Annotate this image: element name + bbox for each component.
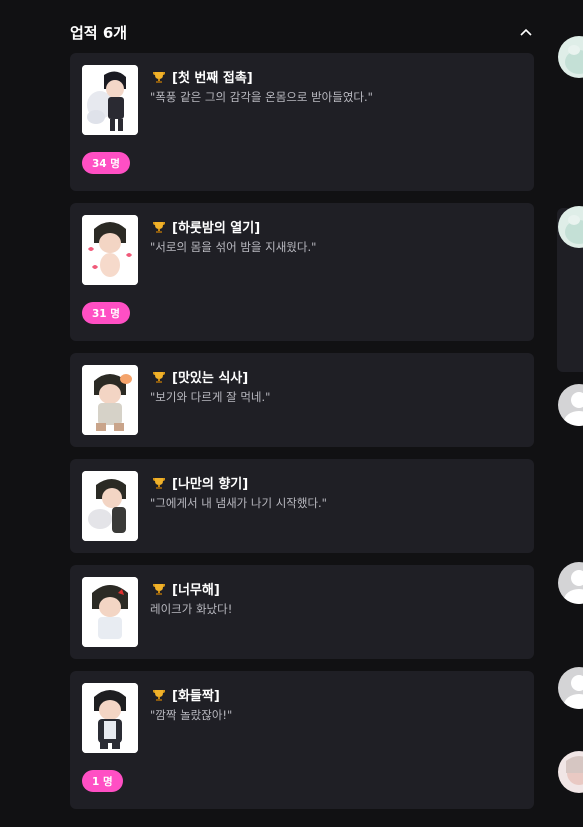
- achievement-thumbnail: [82, 365, 138, 435]
- achievement-description: "깜짝 놀랐잖아!": [150, 708, 233, 722]
- avatar[interactable]: [558, 36, 583, 78]
- achievement-title: [화들짝]: [152, 685, 220, 704]
- achievement-card[interactable]: [하룻밤의 열기] "서로의 몸을 섞어 밤을 지새웠다." 31 명: [70, 203, 534, 341]
- achievement-thumbnail: [82, 65, 138, 135]
- achievement-description: "그에게서 내 냄새가 나기 시작했다.": [150, 496, 327, 510]
- achievement-title: [너무해]: [152, 579, 220, 598]
- trophy-icon: [153, 583, 165, 595]
- achiever-count-badge: 31 명: [82, 302, 130, 324]
- achievement-title: [나만의 향기]: [152, 473, 248, 492]
- achievements-header: 업적 6개: [70, 18, 534, 46]
- achiever-count-badge: 1 명: [82, 770, 123, 792]
- trophy-icon: [153, 71, 165, 83]
- achievement-card[interactable]: [너무해] 레이크가 화났다!: [70, 565, 534, 659]
- user-silhouette-icon[interactable]: [558, 667, 583, 709]
- achievement-title: [맛있는 식사]: [152, 367, 248, 386]
- achievement-thumbnail: [82, 215, 138, 285]
- achievements-title: 업적 6개: [70, 23, 128, 42]
- achievement-card[interactable]: [화들짝] "깜짝 놀랐잖아!" 1 명: [70, 671, 534, 809]
- trophy-icon: [153, 477, 165, 489]
- achievement-description: "폭풍 같은 그의 감각을 온몸으로 받아들였다.": [150, 90, 373, 104]
- achievement-description: 레이크가 화났다!: [150, 602, 233, 616]
- user-silhouette-icon[interactable]: [558, 384, 583, 426]
- achievement-card[interactable]: [나만의 향기] "그에게서 내 냄새가 나기 시작했다.": [70, 459, 534, 553]
- achiever-count-badge: 34 명: [82, 152, 130, 174]
- chevron-up-icon[interactable]: [518, 24, 534, 40]
- trophy-icon: [153, 689, 165, 701]
- avatar[interactable]: [558, 751, 583, 793]
- side-column: [557, 0, 583, 827]
- achievement-thumbnail: [82, 577, 138, 647]
- achievement-thumbnail: [82, 471, 138, 541]
- achievement-card[interactable]: [첫 번째 접촉] "폭풍 같은 그의 감각을 온몸으로 받아들였다." 34 …: [70, 53, 534, 191]
- user-silhouette-icon[interactable]: [558, 562, 583, 604]
- achievement-title: [첫 번째 접촉]: [152, 67, 253, 86]
- achievement-title: [하룻밤의 열기]: [152, 217, 260, 236]
- trophy-icon: [153, 371, 165, 383]
- trophy-icon: [153, 221, 165, 233]
- achievement-card[interactable]: [맛있는 식사] "보기와 다르게 잘 먹네.": [70, 353, 534, 447]
- achievement-description: "보기와 다르게 잘 먹네.": [150, 390, 271, 404]
- achievement-thumbnail: [82, 683, 138, 753]
- achievement-description: "서로의 몸을 섞어 밤을 지새웠다.": [150, 240, 317, 254]
